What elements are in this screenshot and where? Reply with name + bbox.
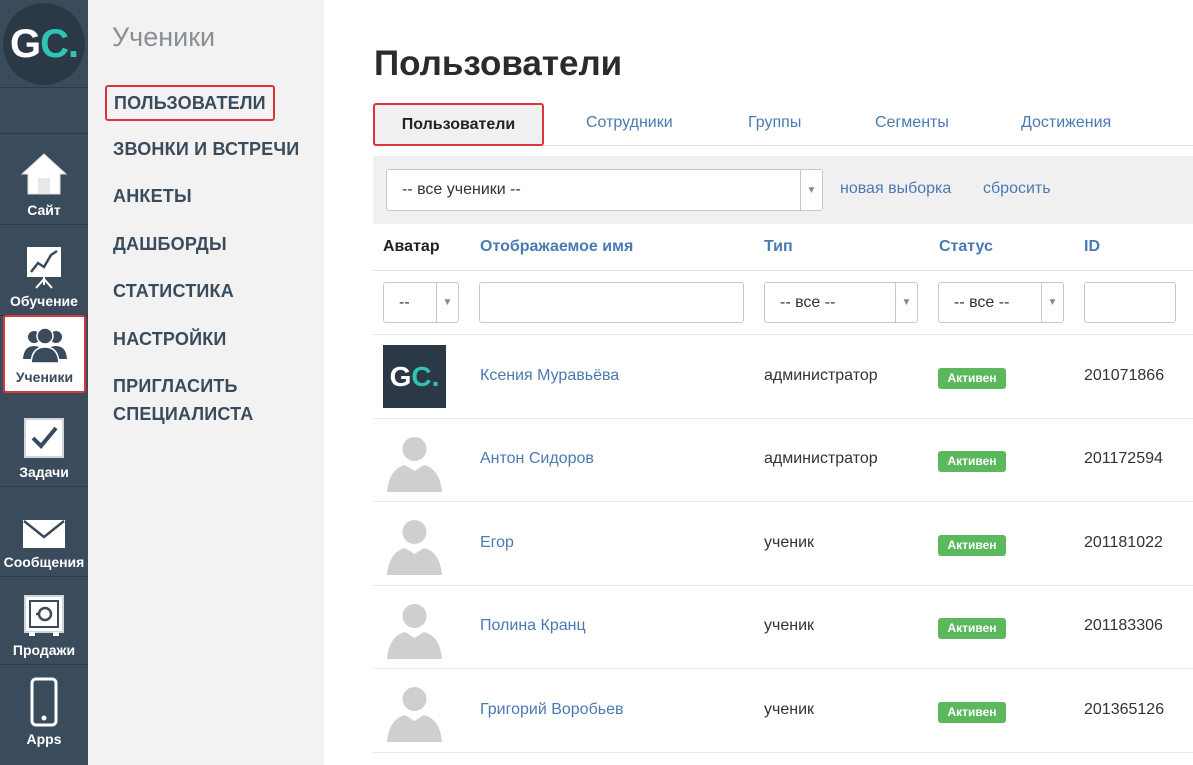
gc-logo[interactable]: G C. [3,3,85,85]
user-id: 201071866 [1084,367,1165,384]
row-divider [373,501,1193,502]
column-header-status[interactable]: Статус [939,238,993,256]
nav-site[interactable]: Сайт [0,134,88,225]
avatar-filter-value: -- [399,294,410,311]
safe-icon [24,595,64,636]
nav-students[interactable]: Ученики [3,315,86,393]
user-type: ученик [764,534,815,551]
header-divider [373,270,1193,271]
tab-achievements[interactable]: Достижения [1021,103,1111,146]
chart-board-icon [27,247,61,289]
audience-select-value: -- все ученики -- [402,181,521,198]
status-badge: Активен [938,618,1006,639]
chevron-down-icon: ▼ [1041,283,1063,322]
name-filter-input[interactable] [479,282,744,323]
sidebar-link-dashboards[interactable]: ДАШБОРДЫ [113,230,227,258]
user-name-link[interactable]: Егор [480,534,514,552]
status-badge: Активен [938,368,1006,389]
avatar-placeholder-icon [387,604,442,659]
nav-tasks-label: Задачи [19,464,69,480]
section-sidebar: Ученики ПОЛЬЗОВАТЕЛИ ЗВОНКИ И ВСТРЕЧИ АН… [88,0,324,765]
column-header-id[interactable]: ID [1084,238,1100,256]
avatar: G C. [383,345,446,408]
user-id: 201183306 [1084,617,1163,634]
status-filter-value: -- все -- [954,294,1010,311]
nav-messages[interactable]: Сообщения [0,487,88,577]
new-selection-link[interactable]: новая выборка [840,180,951,198]
user-name-link[interactable]: Полина Кранц [480,617,586,635]
nav-apps-label: Apps [26,731,62,747]
status-badge: Активен [938,451,1006,472]
sidebar-link-invite[interactable]: ПРИГЛАСИТЬ [113,372,238,400]
status-filter-select[interactable]: -- все -- ▼ [938,282,1064,323]
row-divider [373,668,1193,669]
icon-bar-spacer [0,88,88,134]
nav-apps[interactable]: Apps [0,665,88,753]
sidebar-link-users[interactable]: ПОЛЬЗОВАТЕЛИ [105,85,275,121]
avatar-placeholder-icon [387,687,442,742]
envelope-icon [23,520,65,548]
sidebar-link-settings[interactable]: НАСТРОЙКИ [113,325,227,353]
filter-bar: -- все ученики -- ▼ новая выборка сброси… [373,156,1193,224]
user-type: администратор [764,450,878,467]
sidebar-link-forms[interactable]: АНКЕТЫ [113,182,192,210]
user-name-link[interactable]: Ксения Муравьёва [480,367,619,385]
nav-site-label: Сайт [27,202,61,218]
page-title: Пользователи [374,44,623,83]
chevron-down-icon: ▼ [895,283,917,322]
row-divider [373,752,1193,753]
sidebar-link-invite-line2[interactable]: СПЕЦИАЛИСТА [113,400,253,428]
user-id: 201181022 [1084,534,1163,551]
avatar-placeholder-icon [387,520,442,575]
reset-link[interactable]: сбросить [983,180,1051,198]
logo-area: G C. [0,0,88,88]
avatar-placeholder-icon [387,437,442,492]
tabs-bar: Пользователи Сотрудники Группы Сегменты … [373,103,1193,146]
tab-users[interactable]: Пользователи [373,103,544,146]
avatar-filter-select[interactable]: -- ▼ [383,282,459,323]
home-icon [20,153,68,195]
audience-select[interactable]: -- все ученики -- ▼ [386,169,823,211]
status-badge: Активен [938,535,1006,556]
type-filter-select[interactable]: -- все -- ▼ [764,282,918,323]
row-divider [373,334,1193,335]
column-header-type[interactable]: Тип [764,238,793,256]
chevron-down-icon: ▼ [436,283,458,322]
sidebar-link-calls[interactable]: ЗВОНКИ И ВСТРЕЧИ [113,135,299,163]
nav-sales[interactable]: Продажи [0,577,88,665]
user-type: ученик [764,617,815,634]
user-id: 201365126 [1084,701,1165,718]
checkbox-icon [24,418,64,458]
sidebar-title: Ученики [112,22,216,52]
type-filter-value: -- все -- [780,294,836,311]
chevron-down-icon: ▼ [800,170,822,210]
status-badge: Активен [938,702,1006,723]
nav-students-label: Ученики [15,369,74,385]
column-header-avatar: Аватар [383,238,440,255]
phone-icon [30,677,58,727]
user-type: ученик [764,701,815,718]
nav-messages-label: Сообщения [3,554,85,570]
user-name-link[interactable]: Антон Сидоров [480,450,594,468]
users-icon [22,327,67,364]
id-filter-input[interactable] [1084,282,1176,323]
row-divider [373,418,1193,419]
user-type: администратор [764,367,878,384]
tab-staff[interactable]: Сотрудники [586,103,673,146]
tab-groups[interactable]: Группы [748,103,801,146]
nav-learning-label: Обучение [10,293,78,309]
user-name-link[interactable]: Григорий Воробьев [480,701,623,719]
nav-learning[interactable]: Обучение [0,225,88,316]
nav-tasks[interactable]: Задачи [0,396,88,487]
nav-sales-label: Продажи [12,642,76,658]
tab-segments[interactable]: Сегменты [875,103,949,146]
sidebar-link-statistics[interactable]: СТАТИСТИКА [113,277,234,305]
icon-bar: G C. Сайт Обучение Ученики Задачи Сообще… [0,0,88,765]
column-header-name[interactable]: Отображаемое имя [480,238,633,256]
user-id: 201172594 [1084,450,1163,467]
row-divider [373,585,1193,586]
